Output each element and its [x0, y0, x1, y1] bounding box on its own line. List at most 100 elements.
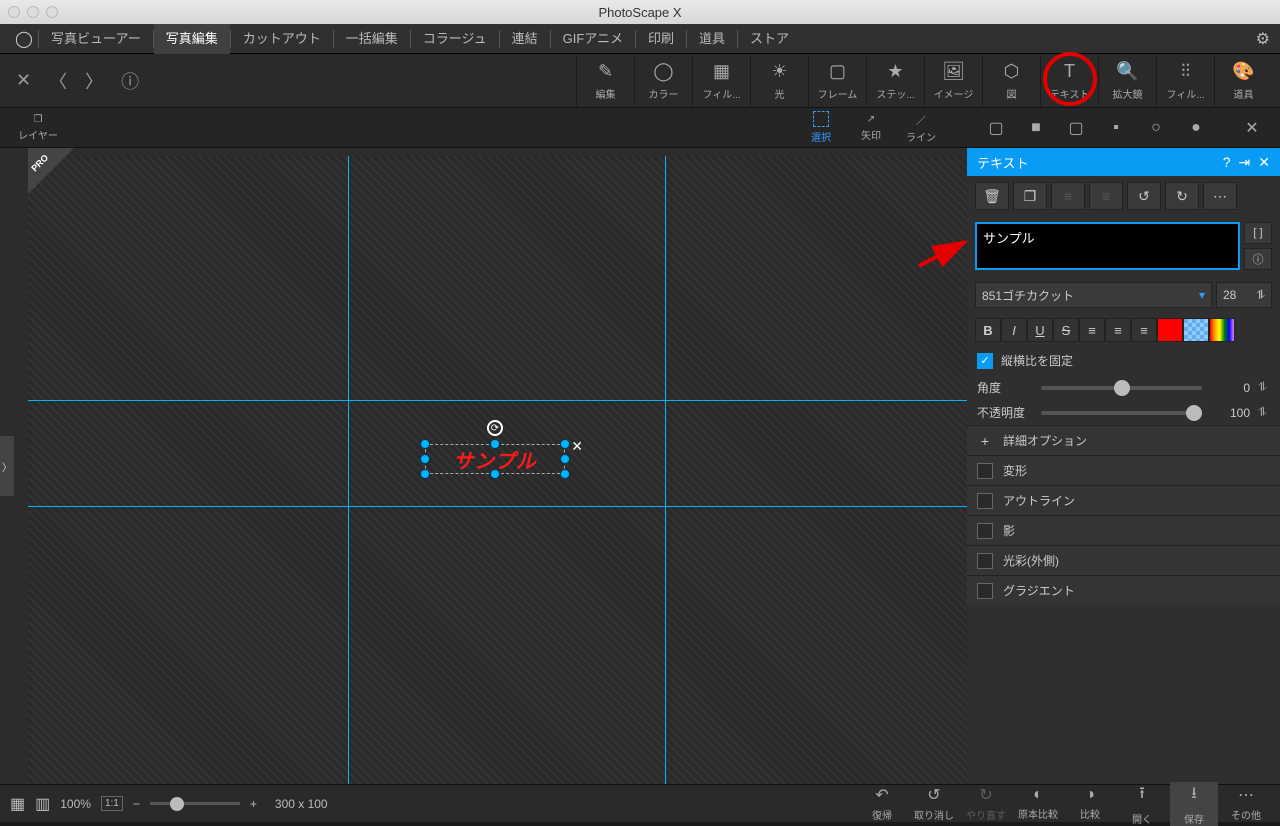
pin-icon[interactable]: ⇥ — [1239, 154, 1251, 171]
app-logo-icon[interactable]: ◯ — [10, 29, 38, 49]
option-アウトライン[interactable]: アウトライン — [967, 485, 1280, 515]
align-left-icon[interactable]: ≡ — [1051, 182, 1085, 210]
text-object[interactable]: ⟳ サンプル ✕ — [425, 444, 565, 474]
shape-filled-rounded[interactable]: ▪ — [1096, 113, 1136, 143]
resize-handle[interactable] — [420, 454, 430, 464]
close-panel-icon[interactable]: ✕ — [1258, 154, 1270, 171]
tool-フレーム[interactable]: ▢フレーム — [808, 56, 866, 106]
shape-outline-square[interactable]: ▢ — [976, 113, 1016, 143]
zoom-slider[interactable] — [150, 802, 240, 805]
checkbox-icon[interactable] — [977, 463, 993, 479]
tool-カラー[interactable]: ◯カラー — [634, 56, 692, 106]
save-button[interactable]: ⭳保存 — [1170, 782, 1218, 826]
help-icon[interactable]: ? — [1223, 154, 1231, 171]
text-input[interactable]: サンプル — [975, 222, 1240, 270]
text-color-swatch[interactable] — [1157, 318, 1183, 342]
align-left-button[interactable]: ≡ — [1079, 318, 1105, 342]
stepper-icon[interactable]: ⥮ — [1258, 405, 1270, 420]
checkbox-icon[interactable] — [977, 553, 993, 569]
menu-collage[interactable]: コラージュ — [411, 24, 499, 54]
delete-object-icon[interactable]: ✕ — [571, 438, 583, 455]
bracket-button[interactable]: [ ] — [1244, 222, 1272, 244]
tool-編集[interactable]: ✎編集 — [576, 56, 634, 106]
menu-combine[interactable]: 連結 — [500, 24, 550, 54]
resize-handle[interactable] — [420, 469, 430, 479]
align-right-button[interactable]: ≡ — [1131, 318, 1157, 342]
histogram-icon[interactable]: ▥ — [35, 794, 50, 814]
opacity-slider[interactable] — [1041, 411, 1202, 415]
duplicate-icon[interactable]: ❐ — [1013, 182, 1047, 210]
panel-expand-handle[interactable]: 〉 — [0, 436, 14, 496]
font-select[interactable]: 851ゴチカクット ▾ — [975, 282, 1212, 308]
revert-button[interactable]: ↶復帰 — [858, 782, 906, 826]
forward-icon[interactable]: 〉 — [85, 68, 103, 94]
checkbox-icon[interactable] — [977, 493, 993, 509]
compare-original-button[interactable]: ◐原本比較 — [1014, 782, 1062, 826]
option-影[interactable]: 影 — [967, 515, 1280, 545]
pattern-swatch[interactable] — [1183, 318, 1209, 342]
menu-store[interactable]: ストア — [738, 24, 801, 54]
zoom-in-icon[interactable]: + — [250, 797, 257, 811]
underline-button[interactable]: U — [1027, 318, 1053, 342]
rotate-ccw-icon[interactable]: ↺ — [1127, 182, 1161, 210]
option-グラジエント[interactable]: グラジエント — [967, 575, 1280, 605]
grid-icon[interactable]: ▦ — [10, 794, 25, 814]
menu-viewer[interactable]: 写真ビューアー — [39, 24, 153, 54]
info-button[interactable]: ⓘ — [1244, 248, 1272, 270]
minimize-window-icon[interactable] — [27, 6, 39, 18]
bold-button[interactable]: B — [975, 318, 1001, 342]
tool-イメージ[interactable]: 🖼イメージ — [924, 56, 982, 106]
open-button[interactable]: ⭱開く — [1118, 782, 1166, 826]
checkbox-icon[interactable] — [977, 523, 993, 539]
resize-handle[interactable] — [490, 439, 500, 449]
shape-circle[interactable]: ○ — [1136, 113, 1176, 143]
window-controls[interactable] — [8, 6, 58, 18]
menu-print[interactable]: 印刷 — [636, 24, 686, 54]
menu-cutout[interactable]: カットアウト — [231, 24, 333, 54]
resize-handle[interactable] — [420, 439, 430, 449]
resize-handle[interactable] — [560, 439, 570, 449]
strike-button[interactable]: S — [1053, 318, 1079, 342]
tool-ステッ...[interactable]: ★ステッ... — [866, 56, 924, 106]
line-tool[interactable]: ／ ライン — [896, 112, 946, 144]
lock-aspect-checkbox[interactable]: ✓ — [977, 353, 993, 369]
tool-テキスト[interactable]: Tテキスト — [1040, 56, 1098, 106]
tool-フィル...[interactable]: ▦フィル... — [692, 56, 750, 106]
compare-button[interactable]: ◑比較 — [1066, 782, 1114, 826]
tool-フィル...[interactable]: ⫶⫶フィル... — [1156, 56, 1214, 106]
close-subtool-icon[interactable]: ✕ — [1232, 113, 1272, 143]
font-size-input[interactable]: 28 ⥮ — [1216, 282, 1272, 308]
shape-filled-square[interactable]: ■ — [1016, 113, 1056, 143]
menu-batch[interactable]: 一括編集 — [334, 24, 410, 54]
rotate-handle-icon[interactable]: ⟳ — [487, 420, 503, 436]
tool-拡大鏡[interactable]: 🔍拡大鏡 — [1098, 56, 1156, 106]
resize-handle[interactable] — [560, 469, 570, 479]
align-center-button[interactable]: ≡ — [1105, 318, 1131, 342]
other-button[interactable]: ⋯その他 — [1222, 782, 1270, 826]
zoom-ratio[interactable]: 1:1 — [101, 796, 123, 811]
shape-filled-circle[interactable]: ● — [1176, 113, 1216, 143]
angle-slider[interactable] — [1041, 386, 1202, 390]
option-変形[interactable]: 変形 — [967, 455, 1280, 485]
layer-button[interactable]: ❐ レイヤー — [8, 114, 68, 142]
zoom-window-icon[interactable] — [46, 6, 58, 18]
redo-button[interactable]: ↻やり直す — [962, 782, 1010, 826]
tool-光[interactable]: ☀光 — [750, 56, 808, 106]
rotate-cw-icon[interactable]: ↻ — [1165, 182, 1199, 210]
checkbox-icon[interactable] — [977, 583, 993, 599]
zoom-out-icon[interactable]: − — [133, 797, 140, 811]
close-icon[interactable]: ✕ — [16, 70, 31, 91]
resize-handle[interactable] — [490, 469, 500, 479]
back-icon[interactable]: 〈 — [49, 68, 67, 94]
advanced-options-toggle[interactable]: + 詳細オプション — [967, 425, 1280, 455]
menu-tools[interactable]: 道具 — [687, 24, 737, 54]
select-tool[interactable]: 選択 — [796, 111, 846, 144]
settings-icon[interactable]: ⚙ — [1256, 29, 1270, 49]
menu-editor[interactable]: 写真編集 — [154, 24, 230, 54]
arrow-tool[interactable]: ↗ 矢印 — [846, 114, 896, 142]
stepper-icon[interactable]: ⥮ — [1258, 380, 1270, 395]
shape-rounded-square[interactable]: ▢ — [1056, 113, 1096, 143]
info-icon[interactable]: ⓘ — [121, 68, 139, 94]
delete-icon[interactable]: 🗑 — [975, 182, 1009, 210]
resize-handle[interactable] — [560, 454, 570, 464]
